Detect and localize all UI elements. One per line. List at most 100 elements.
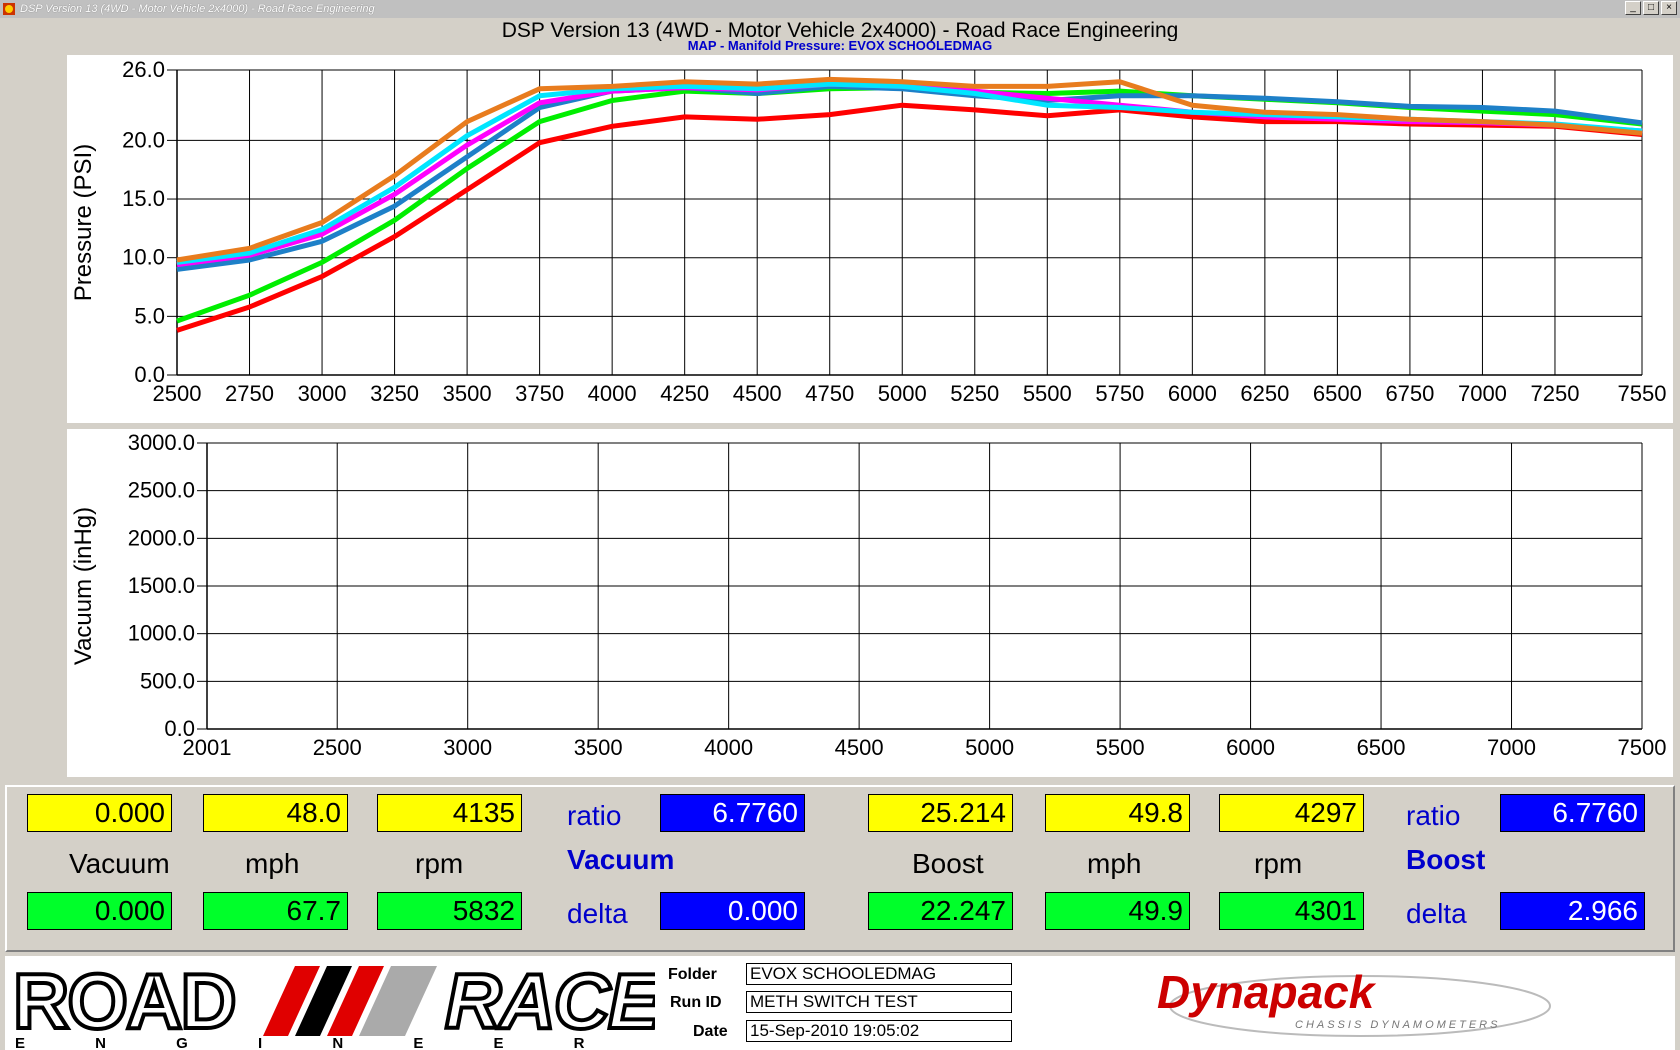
y-tick-label: 0.0 xyxy=(134,362,165,387)
minimize-button[interactable]: _ xyxy=(1625,1,1641,15)
y-tick-label: 26.0 xyxy=(122,57,165,82)
folder-label: Folder xyxy=(668,966,717,983)
road-race-logo: ROAD RACE E N G I N E E R I N G xyxy=(11,956,655,1050)
vacuum-value-1: 0.000 xyxy=(27,794,172,832)
x-tick-label: 3750 xyxy=(515,381,564,406)
boost-value-1: 25.214 xyxy=(868,794,1013,832)
mph-label-right: mph xyxy=(1087,848,1142,879)
rpm-label-left: rpm xyxy=(415,848,464,879)
x-tick-label: 2750 xyxy=(225,381,274,406)
logo-road-text: ROAD xyxy=(13,957,235,1045)
y-tick-label: 1000.0 xyxy=(128,621,195,646)
rpm-label-right: rpm xyxy=(1254,848,1303,879)
window-title: DSP Version 13 (4WD - Motor Vehicle 2x40… xyxy=(20,3,375,15)
y-tick-label: 2500.0 xyxy=(128,478,195,503)
x-tick-label: 5000 xyxy=(965,735,1014,760)
x-tick-label: 4000 xyxy=(704,735,753,760)
report-footer: ROAD RACE E N G I N E E R I N G Folder E… xyxy=(5,956,1675,1050)
date-value: 15-Sep-2010 19:05:02 xyxy=(746,1020,1012,1042)
y-axis-label: Pressure (PSI) xyxy=(70,144,97,301)
x-tick-label: 2500 xyxy=(313,735,362,760)
x-tick-label: 6750 xyxy=(1385,381,1434,406)
runid-label: Run ID xyxy=(670,994,722,1011)
logo-sub-text: E N G I N E E R I N G xyxy=(15,1035,655,1050)
mph-value-2: 67.7 xyxy=(203,892,348,930)
x-tick-label: 7250 xyxy=(1530,381,1579,406)
x-tick-label: 5750 xyxy=(1095,381,1144,406)
ratio-value-left: 6.7760 xyxy=(660,794,805,832)
x-tick-label: 5500 xyxy=(1023,381,1072,406)
y-tick-label: 15.0 xyxy=(122,186,165,211)
ratio-value-right: 6.7760 xyxy=(1500,794,1645,832)
x-tick-label: 3500 xyxy=(574,735,623,760)
x-tick-label: 3000 xyxy=(298,381,347,406)
pressure-chart: 2500 2750 3000 3250 3500 3750 4000 4250 4500 4750… xyxy=(70,57,1667,406)
boost-value-2: 22.247 xyxy=(868,892,1013,930)
y-tick-label: 10.0 xyxy=(122,245,165,270)
rpm-value-1: 4135 xyxy=(377,794,522,832)
rpm-value-2: 5832 xyxy=(377,892,522,930)
brand-sub-text: CHASSIS DYNAMOMETERS xyxy=(1295,1019,1500,1031)
mph-value-4: 49.9 xyxy=(1045,892,1190,930)
app-icon xyxy=(3,3,15,15)
y-tick-label: 500.0 xyxy=(140,668,195,693)
y-tick-label: 1500.0 xyxy=(128,573,195,598)
x-tick-label: 6250 xyxy=(1240,381,1289,406)
x-tick-label: 7000 xyxy=(1487,735,1536,760)
x-tick-label: 4000 xyxy=(588,381,637,406)
x-tick-label: 6000 xyxy=(1168,381,1217,406)
x-tick-label: 5250 xyxy=(950,381,999,406)
x-tick-label: 4500 xyxy=(733,381,782,406)
mph-value-3: 49.8 xyxy=(1045,794,1190,832)
y-tick-label: 0.0 xyxy=(164,716,195,741)
brand-text: Dynapack xyxy=(1157,966,1377,1018)
y-tick-label: 3000.0 xyxy=(128,430,195,455)
x-tick-label: 4750 xyxy=(805,381,854,406)
delta-value-left: 0.000 xyxy=(660,892,805,930)
x-tick-label: 3000 xyxy=(443,735,492,760)
boost-label: Boost xyxy=(912,848,984,879)
x-tick-label: 7000 xyxy=(1458,381,1507,406)
runid-value: METH SWITCH TEST xyxy=(746,991,1012,1013)
boost-mode-label: Boost xyxy=(1406,844,1486,875)
vacuum-chart: 2001 2500 3000 3500 4000 4500 5000 5500 6000 6500… xyxy=(70,430,1667,760)
vacuum-value-2: 0.000 xyxy=(27,892,172,930)
close-button[interactable]: × xyxy=(1661,1,1677,15)
restore-button[interactable]: □ xyxy=(1643,1,1659,15)
series-line-2 xyxy=(176,83,1643,272)
delta-label-right: delta xyxy=(1406,898,1467,929)
mph-label-left: mph xyxy=(245,848,300,879)
x-tick-label: 7500 xyxy=(1618,735,1667,760)
x-tick-label: 7550 xyxy=(1618,381,1667,406)
x-tick-label: 3500 xyxy=(443,381,492,406)
x-tick-label: 4500 xyxy=(835,735,884,760)
x-tick-label: 5000 xyxy=(878,381,927,406)
y-tick-label: 5.0 xyxy=(134,303,165,328)
mph-value-1: 48.0 xyxy=(203,794,348,832)
x-tick-label: 3250 xyxy=(370,381,419,406)
logo-race-text: RACE xyxy=(445,957,655,1045)
ratio-label-right: ratio xyxy=(1406,800,1461,831)
y-tick-label: 2000.0 xyxy=(128,525,195,550)
window-titlebar: DSP Version 13 (4WD - Motor Vehicle 2x40… xyxy=(0,0,1680,18)
readout-panel: 0.000 48.0 4135 ratio 6.7760 Vacuum mph … xyxy=(5,785,1675,952)
x-tick-label: 5500 xyxy=(1096,735,1145,760)
x-tick-label: 6500 xyxy=(1313,381,1362,406)
chart-subtitle: MAP - Manifold Pressure: EVOX SCHOOLEDMA… xyxy=(687,38,993,53)
delta-value-right: 2.966 xyxy=(1500,892,1645,930)
date-label: Date xyxy=(693,1023,728,1040)
y-tick-label: 20.0 xyxy=(122,127,165,152)
ratio-label-left: ratio xyxy=(567,800,622,831)
rpm-value-4: 4301 xyxy=(1219,892,1364,930)
rpm-value-3: 4297 xyxy=(1219,794,1364,832)
x-tick-label: 6000 xyxy=(1226,735,1275,760)
delta-label-left: delta xyxy=(567,898,628,929)
vacuum-chart-panel: 2001 2500 3000 3500 4000 4500 5000 5500 6000 6500… xyxy=(67,429,1673,777)
x-tick-label: 4250 xyxy=(660,381,709,406)
vacuum-mode-label: Vacuum xyxy=(567,844,675,875)
y-axis-label: Vacuum (inHg) xyxy=(70,507,97,665)
vacuum-label: Vacuum xyxy=(69,848,170,879)
folder-value: EVOX SCHOOLEDMAG xyxy=(746,963,1012,985)
dyno-app-window: DSP Version 13 (4WD - Motor Vehicle 2x40… xyxy=(0,0,1680,1050)
pressure-chart-panel: 2500 2750 3000 3250 3500 3750 4000 4250 4500 4750… xyxy=(67,55,1673,423)
